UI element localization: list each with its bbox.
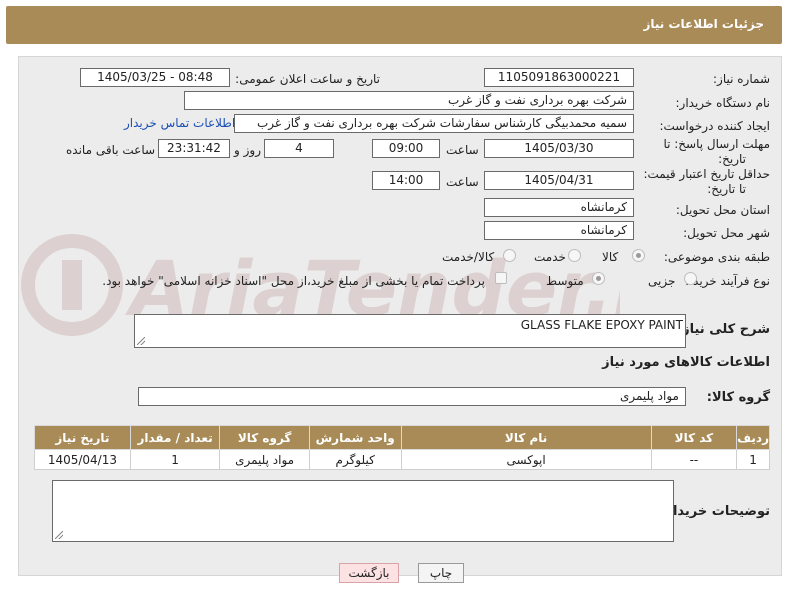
- deadline-label-line1: مهلت ارسال پاسخ: تا: [663, 137, 770, 151]
- table-header-row: ردیف کد کالا نام کالا واحد شمارش گروه کا…: [34, 425, 770, 450]
- time-remaining-field[interactable]: 23:31:42: [158, 139, 230, 158]
- goods-table: ردیف کد کالا نام کالا واحد شمارش گروه کا…: [34, 425, 770, 470]
- process-radio-medium[interactable]: [592, 272, 605, 285]
- description-label: شرح کلی نیاز:: [676, 322, 770, 337]
- description-field[interactable]: GLASS FLAKE EPOXY PAINT: [134, 314, 686, 348]
- treasury-note: پرداخت تمام یا بخشی از مبلغ خرید،از محل …: [102, 274, 485, 288]
- creator-label: ایجاد کننده درخواست:: [659, 119, 770, 133]
- city-field[interactable]: کرمانشاه: [484, 221, 634, 240]
- cell-goods-code: --: [650, 449, 738, 470]
- province-field[interactable]: کرمانشاه: [484, 198, 634, 217]
- need-number-field[interactable]: 1105091863000221: [484, 68, 634, 87]
- print-button[interactable]: چاپ: [418, 563, 464, 583]
- days-label: روز و: [234, 143, 261, 157]
- city-label: شهر محل تحویل:: [683, 226, 770, 240]
- min-price-label-line2: تا تاریخ:: [707, 182, 746, 196]
- need-number-label: شماره نیاز:: [713, 72, 770, 86]
- min-price-time-label: ساعت: [446, 175, 479, 189]
- deadline-label-line2: تاریخ:: [718, 152, 746, 166]
- category-option-goods: کالا: [602, 250, 619, 264]
- cell-row-number: 1: [736, 449, 770, 470]
- min-price-label-line1: حداقل تاریخ اعتبار قیمت:: [643, 167, 770, 181]
- buyer-org-label: نام دستگاه خریدار:: [675, 96, 771, 110]
- treasury-checkbox[interactable]: [495, 272, 507, 284]
- time-remaining-label: ساعت باقی مانده: [66, 143, 156, 157]
- cell-need-date: 1405/04/13: [34, 449, 131, 470]
- col-quantity: تعداد / مقدار: [129, 425, 221, 450]
- buyer-notes-label: توضیحات خریدار:: [660, 504, 770, 519]
- process-label: نوع فرآیند خرید :: [685, 274, 770, 288]
- cell-goods-group: مواد پلیمری: [219, 449, 310, 470]
- category-option-both: کالا/خدمت: [442, 250, 495, 264]
- col-goods-code: کد کالا: [650, 425, 738, 450]
- buyer-contact-link[interactable]: اطلاعات تماس خریدار: [124, 116, 235, 130]
- deadline-date-field[interactable]: 1405/03/30: [484, 139, 634, 158]
- page-header: جزئیات اطلاعات نیاز: [6, 6, 782, 44]
- province-label: استان محل تحویل:: [675, 203, 770, 217]
- col-goods-group: گروه کالا: [219, 425, 310, 450]
- cell-unit: کیلوگرم: [308, 449, 402, 470]
- cell-quantity: 1: [129, 449, 221, 470]
- goods-info-title: اطلاعات کالاهای مورد نیاز: [602, 355, 770, 370]
- page-title: جزئیات اطلاعات نیاز: [643, 17, 764, 31]
- goods-group-label: گروه کالا:: [706, 390, 770, 405]
- buyer-notes-field[interactable]: [52, 480, 674, 542]
- description-text: GLASS FLAKE EPOXY PAINT: [520, 318, 683, 332]
- goods-group-field[interactable]: مواد پلیمری: [138, 387, 686, 406]
- deadline-time-field[interactable]: 09:00: [372, 139, 440, 158]
- back-button[interactable]: بازگشت: [339, 563, 399, 583]
- announce-label: تاریخ و ساعت اعلان عمومی:: [235, 72, 380, 86]
- days-remaining-field[interactable]: 4: [264, 139, 334, 158]
- category-radio-both[interactable]: [503, 249, 516, 262]
- min-price-date-field[interactable]: 1405/04/31: [484, 171, 634, 190]
- category-label: طبقه بندی موضوعی:: [663, 250, 770, 264]
- creator-field[interactable]: سمیه محمدبیگی کارشناس سفارشات شرکت بهره …: [234, 114, 634, 133]
- col-goods-name: نام کالا: [400, 425, 652, 450]
- col-need-date: تاریخ نیاز: [34, 425, 131, 450]
- deadline-time-label: ساعت: [446, 143, 479, 157]
- min-price-time-field[interactable]: 14:00: [372, 171, 440, 190]
- category-radio-goods[interactable]: [632, 249, 645, 262]
- col-row-number: ردیف: [736, 425, 770, 450]
- buyer-org-field[interactable]: شرکت بهره برداری نفت و گاز غرب: [184, 91, 634, 110]
- table-row[interactable]: 1 -- اپوکسی کیلوگرم مواد پلیمری 1 1405/0…: [34, 449, 770, 470]
- cell-goods-name: اپوکسی: [400, 449, 652, 470]
- resize-grip-icon[interactable]: [55, 531, 63, 539]
- process-option-medium: متوسط: [546, 274, 584, 288]
- category-radio-service[interactable]: [568, 249, 581, 262]
- announce-field[interactable]: 1405/03/25 - 08:48: [80, 68, 230, 87]
- category-option-service: خدمت: [534, 250, 566, 264]
- col-unit: واحد شمارش: [308, 425, 402, 450]
- process-radio-minor[interactable]: [684, 272, 697, 285]
- resize-grip-icon[interactable]: [137, 337, 145, 345]
- process-option-minor: جزیی: [648, 274, 676, 288]
